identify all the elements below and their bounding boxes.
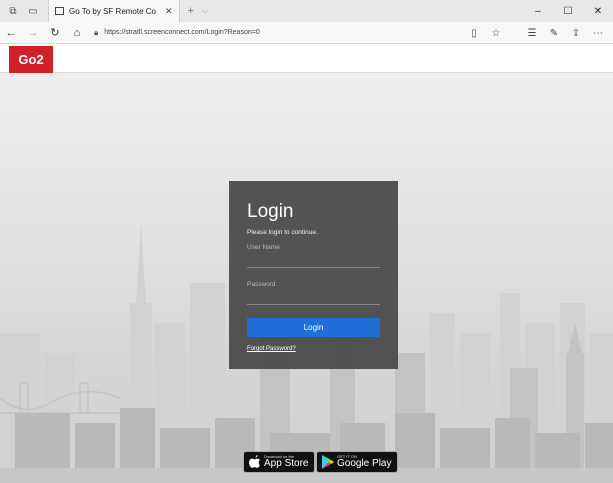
username-underline <box>247 267 380 268</box>
tab-title: Go To by SF Remote Co <box>69 6 156 16</box>
forward-icon[interactable]: → <box>22 22 44 44</box>
tab-close-icon[interactable]: ✕ <box>165 6 173 17</box>
maximize-icon[interactable]: ☐ <box>553 0 583 22</box>
browser-tab-strip: ⧉ ▭ Go To by SF Remote Co ✕ + ⌵ – ☐ ✕ <box>0 0 613 22</box>
url-text: https://stratll.screenconnect.com/Login?… <box>104 29 260 36</box>
page-favicon-icon <box>55 7 64 15</box>
forgot-password-link[interactable]: Forgot Password? <box>247 346 296 352</box>
login-title: Login <box>247 201 294 222</box>
login-button[interactable]: Login <box>247 318 380 337</box>
username-field[interactable]: User Name <box>247 244 280 251</box>
favorite-star-icon[interactable]: ☆ <box>485 22 507 44</box>
pen-icon[interactable]: ✎ <box>543 22 565 44</box>
new-tab-icon[interactable]: + <box>188 5 194 17</box>
toolbar-spacer <box>507 22 521 44</box>
tab-menu-icon[interactable]: ⌵ <box>202 6 208 16</box>
browser-toolbar: ▯ ☆ ☰ ✎ ⇪ ⋯ <box>463 22 609 44</box>
google-play-icon <box>321 455 334 469</box>
password-underline <box>247 304 380 305</box>
favorites-hub-icon[interactable]: ☰ <box>521 22 543 44</box>
google-play-badge[interactable]: GET IT ON Google Play <box>316 451 399 473</box>
app-store-badge[interactable]: Download on the App Store <box>243 451 316 473</box>
back-icon[interactable]: ← <box>0 22 22 44</box>
more-icon[interactable]: ⋯ <box>587 22 609 44</box>
appstore-big-text: App Store <box>264 458 309 469</box>
apple-icon <box>248 455 261 469</box>
login-subtitle: Please login to continue. <box>247 229 318 236</box>
window-controls: – ☐ ✕ <box>523 0 613 22</box>
login-panel: Login Please login to continue. User Nam… <box>229 181 398 369</box>
share-icon[interactable]: ⇪ <box>565 22 587 44</box>
site-logo[interactable]: Go2 <box>9 46 53 73</box>
refresh-icon[interactable]: ↻ <box>44 22 66 44</box>
tab-preview-icon[interactable]: ▭ <box>26 4 40 18</box>
site-header <box>0 44 613 73</box>
browser-tab[interactable]: Go To by SF Remote Co ✕ <box>48 0 180 22</box>
reading-view-icon[interactable]: ▯ <box>463 22 485 44</box>
address-bar-row: ← → ↻ ⌂ 🔒︎ https://stratll.screenconnect… <box>0 22 613 44</box>
home-icon[interactable]: ⌂ <box>66 22 88 44</box>
tab-actions-icon[interactable]: ⧉ <box>6 4 20 18</box>
minimize-icon[interactable]: – <box>523 0 553 22</box>
close-window-icon[interactable]: ✕ <box>583 0 613 22</box>
password-field[interactable]: Password <box>247 281 276 288</box>
lock-icon: 🔒︎ <box>94 27 99 37</box>
url-field[interactable]: 🔒︎ https://stratll.screenconnect.com/Log… <box>94 25 489 41</box>
google-big-text: Google Play <box>337 458 392 469</box>
